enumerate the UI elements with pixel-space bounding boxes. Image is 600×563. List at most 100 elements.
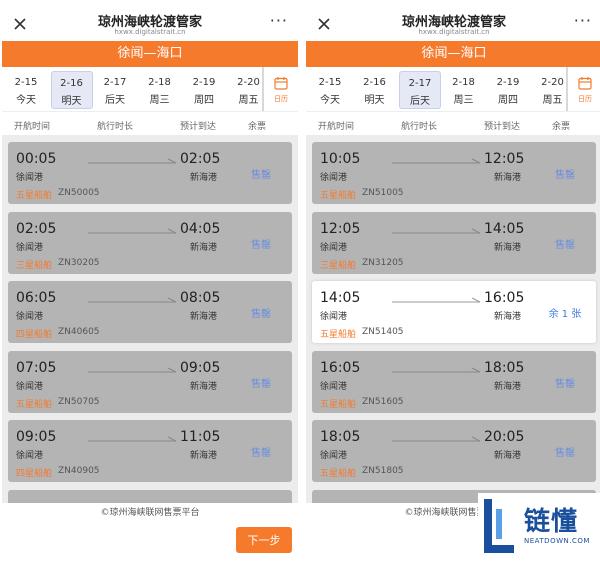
departure-port: 徐闻港: [16, 312, 44, 322]
arrival-time: 04:05: [180, 220, 221, 237]
date-tab[interactable]: 2-16 明天: [355, 71, 395, 107]
trip-card[interactable]: 06:05 徐闻港 08:05 新海港 四星船舶 ZN40605 售罄: [8, 281, 292, 343]
departure-time: 02:05: [16, 220, 57, 237]
departure-time: 00:05: [16, 151, 57, 167]
next-step-button[interactable]: 下一步: [236, 527, 292, 553]
trip-code: ZN51605: [362, 396, 404, 407]
arrival-time: 12:05: [484, 151, 525, 167]
date-tab[interactable]: 2-18 周三: [444, 71, 484, 107]
date-label: 2-15: [318, 77, 342, 88]
trip-code: ZN30205: [58, 257, 100, 268]
calendar-label: 日历: [274, 95, 288, 103]
departure-time: 12:05: [320, 220, 361, 237]
arrival-port: 新海港: [494, 381, 522, 392]
trip-code: ZN51005: [362, 188, 404, 198]
date-tab[interactable]: 2-18 周三: [140, 71, 180, 107]
app-url: hxwx.digitalstrait.cn: [114, 28, 186, 36]
route-title: 徐闻—海口: [306, 41, 600, 67]
arrival-port: 新海港: [190, 312, 218, 322]
day-label: 周三: [149, 95, 170, 106]
trip-code: ZN50705: [58, 396, 100, 407]
departure-time: 10:05: [320, 151, 361, 167]
departure-time: 16:05: [320, 359, 361, 376]
column-remaining: 余票: [552, 122, 571, 132]
date-tab[interactable]: 2-19 周四: [184, 71, 224, 107]
column-header: 开航时间 航行时长 预计到达 余票: [2, 111, 298, 136]
arrow-icon: [392, 436, 481, 442]
date-tab[interactable]: 2-17 后天: [399, 71, 441, 109]
departure-port: 徐闻港: [320, 381, 348, 392]
date-tab[interactable]: 2-16 明天: [50, 71, 93, 109]
app-header: 琼州海峡轮渡管家 hxwx.digitalstrait.cn ···: [2, 8, 298, 41]
ticket-status: 售罄: [251, 170, 271, 181]
trip-card[interactable]: 16:05 徐闻港 18:05 新海港 五星船舶 ZN51605 售罄: [312, 350, 596, 413]
departure-time: 09:05: [16, 429, 57, 445]
arrival-time: 08:05: [180, 290, 221, 306]
logo-mark-icon: [484, 499, 514, 553]
column-arrive: 预计到达: [180, 122, 217, 132]
route-title: 徐闻—海口: [2, 41, 298, 67]
date-tab[interactable]: 2-15 今天: [6, 71, 46, 107]
screen-right: 琼州海峡轮渡管家 hxwx.digitalstrait.cn ··· 徐闻—海口 2-1…: [306, 0, 600, 563]
date-tab[interactable]: 2-15 今天: [310, 71, 350, 107]
arrival-time: 20:05: [484, 429, 525, 445]
departure-port: 徐闻港: [16, 242, 44, 253]
date-label: 2-18: [452, 77, 475, 88]
day-label: 周四: [194, 95, 214, 106]
trip-card[interactable]: 02:05 徐闻港 04:05 新海港 三星船舶 ZN30205 售罄: [8, 211, 292, 274]
arrival-port: 新海港: [494, 312, 522, 322]
date-tab[interactable]: 2-19 周四: [488, 71, 528, 107]
trip-list[interactable]: 00:05 徐闻港 02:05 新海港 五星船舶 ZN50005 售罄 02:05 徐闻港 04:…: [2, 135, 298, 507]
date-label: 2-19: [496, 77, 520, 88]
arrival-time: 16:05: [484, 290, 525, 306]
trip-card[interactable]: 00:05 徐闻港 02:05 新海港 五星船舶 ZN50005 售罄: [8, 142, 292, 204]
trip-code: ZN50005: [58, 188, 100, 198]
more-icon[interactable]: ···: [574, 11, 592, 30]
trip-card[interactable]: 12:05 徐闻港 14:05 新海港 三星船舶 ZN31205 售罄: [312, 211, 596, 274]
watermark-logo: 链懂 NEATDOWN.COM: [478, 493, 600, 563]
column-arrive: 预计到达: [484, 122, 521, 132]
arrival-time: 18:05: [484, 359, 525, 376]
day-label: 周三: [453, 95, 474, 106]
trip-list[interactable]: 10:05 徐闻港 12:05 新海港 五星船舶 ZN51005 售罄 12:05 徐闻港 14:…: [306, 135, 600, 507]
day-label: 明天: [364, 95, 385, 106]
calendar-button[interactable]: 日历: [262, 67, 298, 111]
ship-class: 三星船舶: [320, 260, 357, 271]
ship-class: 五星船舶: [16, 191, 53, 201]
arrow-icon: [392, 297, 481, 303]
calendar-icon: [274, 77, 288, 90]
date-label: 2-17: [408, 78, 432, 89]
departure-port: 徐闻港: [320, 312, 348, 322]
trip-code: ZN40905: [58, 466, 100, 476]
ship-class: 五星船舶: [320, 399, 357, 410]
trip-card[interactable]: 09:05 徐闻港 11:05 新海港 四星船舶 ZN40905 售罄: [8, 420, 292, 482]
departure-port: 徐闻港: [320, 173, 348, 183]
ship-class: 五星船舶: [320, 191, 357, 201]
more-icon[interactable]: ···: [270, 11, 288, 30]
calendar-icon: [578, 77, 592, 90]
trip-card[interactable]: 10:05 徐闻港 12:05 新海港五星船舶 ZN51005 售罄: [312, 142, 596, 204]
day-label: 明天: [61, 96, 82, 107]
arrow-icon: [88, 436, 177, 442]
arrival-time: 11:05: [180, 429, 221, 445]
calendar-button[interactable]: 日历: [566, 67, 600, 111]
arrival-time: 02:05: [180, 151, 221, 167]
departure-time: 06:05: [16, 290, 57, 306]
ticket-status: 售罄: [251, 309, 271, 320]
arrival-port: 新海港: [494, 173, 522, 183]
arrow-icon: [392, 158, 481, 164]
ship-class: 五星船舶: [320, 469, 357, 479]
departure-time: 07:05: [16, 359, 57, 376]
date-selector: 2-15 今天 2-16 明天 2-17 后天 2-18 周三 2-19 周四 2-20 周五 日历: [2, 67, 298, 111]
footer-copyright: ©琼州海峡联网售票平台: [2, 503, 298, 523]
ticket-status: 售罄: [555, 170, 575, 181]
trip-card[interactable]: 18:05 徐闻港 20:05 新海港 五星船舶 ZN51805 售罄: [312, 420, 596, 482]
ship-class: 五星船舶: [320, 330, 357, 340]
trip-card[interactable]: 07:05 徐闻港 09:05 新海港 五星船舶 ZN50705 售罄: [8, 350, 292, 413]
date-label: 2-17: [103, 77, 127, 88]
arrival-port: 新海港: [190, 242, 218, 253]
date-tab[interactable]: 2-17 后天: [95, 71, 135, 107]
column-duration: 航行时长: [401, 122, 438, 132]
trip-card[interactable]: 14:05 徐闻港 16:05 新海港 五星船舶 ZN51405 余 1 张: [312, 281, 596, 343]
arrival-port: 新海港: [494, 451, 522, 461]
